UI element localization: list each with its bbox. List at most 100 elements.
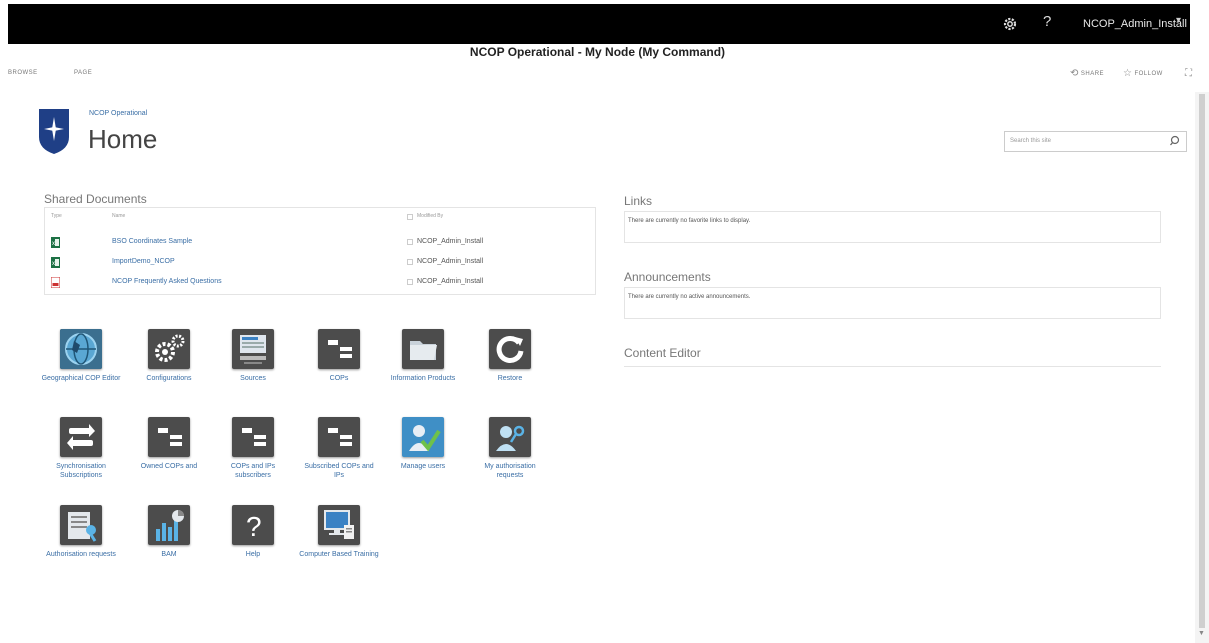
restore-icon [489,329,531,369]
document-link[interactable]: BSO Coordinates Sample [112,238,192,245]
search-input[interactable]: Search this site [1010,138,1051,144]
chevron-down-icon[interactable]: ▾ [1176,15,1181,26]
user-menu[interactable]: NCOP_Admin_Install [1083,18,1187,30]
modified-by[interactable]: NCOP_Admin_Install [417,258,483,265]
tile-label[interactable]: Help [213,550,293,559]
tile-computer-based-training[interactable]: Computer Based Training [299,505,379,593]
tile-bam[interactable]: BAM [129,505,209,593]
settings-gear-icon[interactable] [1002,16,1018,32]
tile-label[interactable]: COPs and IPs subscribers [213,462,293,480]
auth-requests-icon [60,505,102,545]
svg-text:x: x [52,241,55,247]
links-empty-message: There are currently no favorite links to… [628,218,751,224]
document-link[interactable]: NCOP Frequently Asked Questions [112,278,222,285]
help-icon[interactable]: ? [1043,13,1051,30]
computer-icon [318,505,360,545]
tile-label[interactable]: Owned COPs and [129,462,209,471]
vertical-scrollbar[interactable]: ▼ [1195,92,1209,643]
site-name-link[interactable]: NCOP Operational [89,110,147,117]
links-webpart: There are currently no favorite links to… [624,211,1161,243]
pdf-icon [51,277,60,288]
tile-label[interactable]: Sources [213,374,293,383]
scrollbar-thumb[interactable] [1199,94,1205,628]
tile-restore[interactable]: Restore [470,329,550,417]
excel-icon: x [51,257,60,268]
tile-sources[interactable]: Sources [213,329,293,417]
share-button[interactable]: ⟲ SHARE [1070,68,1104,79]
tile-owned-cops[interactable]: Owned COPs and [129,417,209,505]
svg-text:?: ? [246,511,262,542]
tile-manage-users[interactable]: Manage users [383,417,463,505]
follow-button[interactable]: ☆ FOLLOW [1123,68,1163,79]
table-row[interactable]: x BSO Coordinates Sample NCOP_Admin_Inst… [45,234,595,254]
tile-label[interactable]: Manage users [383,462,463,471]
tile-authorisation-requests[interactable]: Authorisation requests [41,505,121,593]
content-editor-divider [624,366,1161,367]
tile-geographical-cop-editor[interactable]: Geographical COP Editor [41,329,121,417]
announcements-title[interactable]: Announcements [624,270,711,284]
announcements-webpart: There are currently no active announceme… [624,287,1161,319]
scroll-down-icon[interactable]: ▼ [1198,630,1205,637]
tile-synchronisation-subscriptions[interactable]: Synchronisation Subscriptions [41,417,121,505]
site-title: Home [88,124,158,154]
tile-cops-and-ips-subscribers[interactable]: COPs and IPs subscribers [213,417,293,505]
modified-by[interactable]: NCOP_Admin_Install [417,278,483,285]
suite-bar: ? NCOP_Admin_Install ▾ [8,4,1190,44]
site-logo[interactable] [37,107,71,155]
gears-icon [148,329,190,369]
follow-label: FOLLOW [1134,70,1163,77]
tile-my-authorisation-requests[interactable]: My authorisation requests [470,417,550,505]
tile-label[interactable]: BAM [129,550,209,559]
document-link[interactable]: ImportDemo_NCOP [112,258,175,265]
focus-button[interactable]: ⛶ [1185,68,1193,79]
tile-label[interactable]: Computer Based Training [299,550,379,559]
content-editor-title: Content Editor [624,346,701,360]
server-icon [232,329,274,369]
star-icon: ☆ [1123,68,1133,79]
search-box[interactable]: Search this site [1004,131,1187,152]
focus-icon: ⛶ [1185,68,1193,79]
shared-documents-title[interactable]: Shared Documents [44,192,147,206]
tab-page[interactable]: PAGE [74,70,92,76]
tile-help[interactable]: ? Help [213,505,293,593]
tile-cops[interactable]: COPs [299,329,379,417]
tile-label[interactable]: Information Products [383,374,463,383]
tab-browse[interactable]: BROWSE [8,70,38,76]
ribbon: BROWSE PAGE ⟲ SHARE ☆ FOLLOW ⛶ [8,66,1208,86]
links-title[interactable]: Links [624,194,652,208]
shared-documents-list: Type Name Modified By x BSO Coordinates … [44,207,596,295]
cop-icon [148,417,190,457]
column-header-type[interactable]: Type [51,213,62,219]
globe-icon [60,329,102,369]
tile-label[interactable]: Subscribed COPs and IPs [299,462,379,480]
search-icon[interactable] [1169,134,1183,148]
excel-icon: x [51,237,60,248]
help-icon: ? [232,505,274,545]
tile-configurations[interactable]: Configurations [129,329,209,417]
bam-chart-icon [148,505,190,545]
share-icon: ⟲ [1070,68,1079,79]
tile-label[interactable]: My authorisation requests [470,462,550,480]
select-all-checkbox[interactable] [407,214,413,220]
table-row[interactable]: NCOP Frequently Asked Questions NCOP_Adm… [45,274,595,294]
table-row[interactable]: x ImportDemo_NCOP NCOP_Admin_Install [45,254,595,274]
row-checkbox[interactable] [407,239,413,245]
cop-icon [318,417,360,457]
tile-label[interactable]: Restore [470,374,550,383]
tile-label[interactable]: Authorisation requests [41,550,121,559]
column-header-modified-by[interactable]: Modified By [417,213,443,219]
row-checkbox[interactable] [407,279,413,285]
page-title: NCOP Operational - My Node (My Command) [469,45,726,59]
row-checkbox[interactable] [407,259,413,265]
tile-subscribed-cops-and-ips[interactable]: Subscribed COPs and IPs [299,417,379,505]
tile-label[interactable]: Synchronisation Subscriptions [41,462,121,480]
modified-by[interactable]: NCOP_Admin_Install [417,238,483,245]
tile-label[interactable]: Geographical COP Editor [41,374,121,383]
cop-icon [318,329,360,369]
folder-icon [402,329,444,369]
column-header-name[interactable]: Name [112,213,125,219]
tile-label[interactable]: Configurations [129,374,209,383]
tile-label[interactable]: COPs [299,374,379,383]
tile-information-products[interactable]: Information Products [383,329,463,417]
manage-users-icon [402,417,444,457]
